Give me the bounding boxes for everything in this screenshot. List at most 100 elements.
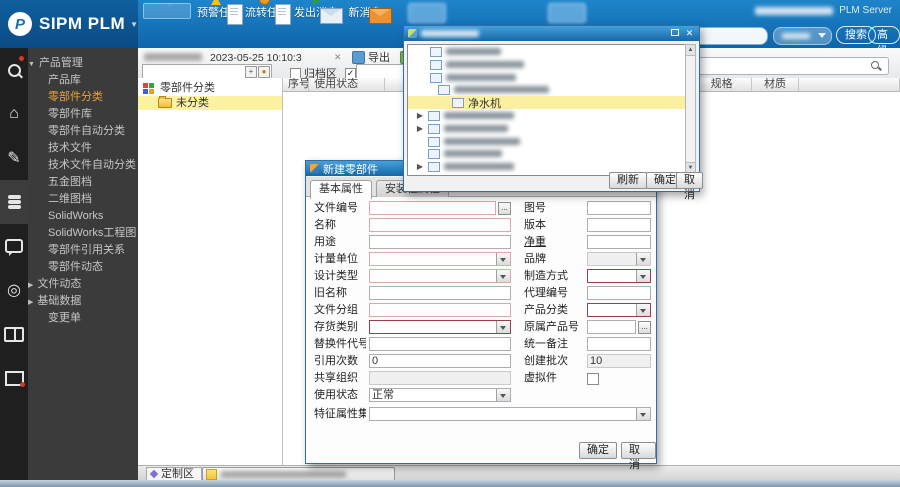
sidebar-item-技术文件[interactable]: 技术文件 [28,140,138,156]
input-版本[interactable] [587,218,651,232]
tree-filter-input[interactable]: + ● [142,64,272,79]
dropdown-caret-icon[interactable] [496,321,510,333]
sidebar-item-变更单[interactable]: 变更单 [28,310,138,326]
select-制造方式[interactable] [587,269,651,283]
dropdown-caret-icon[interactable] [636,253,650,265]
tree-item-selected[interactable]: 净水机 [408,96,687,110]
close-icon[interactable]: ✕ [684,28,695,39]
desktop-icon-alert-tasks[interactable]: 预警任务 [196,0,243,25]
dropdown-caret-icon[interactable] [496,389,510,401]
field-label-净重[interactable]: 净重 [524,235,584,249]
statusbar-tab[interactable]: 定制区 [146,467,202,481]
input-文件分组[interactable] [369,303,511,317]
select-设计类型[interactable] [369,269,511,283]
checkbox-虚拟件[interactable] [587,373,599,385]
dropdown-caret-icon[interactable] [636,270,650,282]
desktop-icon-task-partial-2[interactable] [548,3,586,23]
sidebar-item-SolidWorks[interactable]: SolidWorks [28,208,138,224]
tree-item-redacted[interactable]: ▶ [408,122,687,135]
selector-scrollbar[interactable]: ▲ ▼ [685,44,696,174]
edit-icon[interactable]: ✎ [0,136,28,180]
scroll-up-icon[interactable]: ▲ [686,45,695,56]
search-scope-select[interactable] [773,27,832,45]
sidebar-item-零部件库[interactable]: 零部件库 [28,106,138,122]
column-header-使用状态[interactable]: 使用状态 [309,78,386,91]
filter-value-input[interactable] [356,64,404,79]
input-净重[interactable] [587,235,651,249]
select-使用状态[interactable]: 正常 [369,388,511,402]
column-header-规格[interactable]: 规格 [692,78,753,91]
dropdown-caret-icon[interactable] [496,270,510,282]
sidebar-item-零部件引用关系[interactable]: 零部件引用关系 [28,242,138,258]
home-icon[interactable]: ⌂ [0,92,28,136]
input-统一备注[interactable] [587,337,651,351]
chat-icon[interactable] [0,224,28,268]
browse-button-原属产品号[interactable]: ... [638,321,651,334]
taskbar-item[interactable] [202,467,395,481]
sidebar-item-文件动态[interactable]: ▶ 文件动态 [28,276,138,292]
form-button-取消[interactable]: 取消 [621,442,656,471]
sidebar-item-产品管理[interactable]: ▼ 产品管理 [28,55,138,71]
toolbar-button-导出[interactable]: 导出 [352,49,390,65]
desktop-icon-send-message[interactable]: 发出消息 [293,0,343,24]
input-共享组织[interactable] [369,371,511,385]
desktop-icon-new-message[interactable]: 新消息 [342,3,392,24]
browse-button-文件编号[interactable]: ... [498,202,511,215]
select-存货类别[interactable] [369,320,511,334]
input-文件编号[interactable] [369,201,496,215]
input-代理编号[interactable] [587,286,651,300]
column-header-序号[interactable]: 序号 [283,78,310,91]
sidebar-item-基础数据[interactable]: ▶ 基础数据 [28,293,138,309]
database-icon[interactable] [0,180,28,224]
selector-button-取消[interactable]: 取消 [676,172,703,201]
tree-item-redacted[interactable] [408,147,687,160]
sidebar-item-产品库[interactable]: 产品库 [28,72,138,88]
tree-item-redacted[interactable] [408,45,687,58]
select-产品分类[interactable] [587,303,651,317]
input-原属产品号[interactable] [587,320,636,334]
locate-icon[interactable]: ● [258,66,270,78]
tree-root-row[interactable]: 零部件分类 [138,81,282,95]
book-icon[interactable] [0,312,28,356]
tree-child-row[interactable]: 未分类 [138,96,282,110]
tab-基本属性[interactable]: 基本属性 [310,180,372,199]
select-特征属性集[interactable] [369,407,651,421]
selector-button-刷新[interactable]: 刷新 [609,172,647,189]
input-旧名称[interactable] [369,286,511,300]
dropdown-caret-icon[interactable] [636,304,650,316]
input-名称[interactable] [369,218,511,232]
sidebar-item-五金图档[interactable]: 五金图档 [28,174,138,190]
advanced-search-button[interactable]: 高级 [868,26,900,57]
close-filter-icon[interactable]: ✕ [334,52,342,63]
dropdown-caret-icon[interactable] [496,253,510,265]
brand-caret-icon[interactable]: ▼ [130,20,138,29]
tree-item-redacted[interactable] [408,58,687,71]
sidebar-item-技术文件自动分类[interactable]: 技术文件自动分类 [28,157,138,173]
sidebar-item-零部件分类[interactable]: 零部件分类 [28,89,138,105]
desktop-icon-task-partial-1[interactable] [408,3,446,23]
desktop-icon-flow-tasks[interactable]: 流转任务 [244,0,291,25]
input-引用次数[interactable]: 0 [369,354,511,368]
kanban-icon[interactable] [0,356,28,400]
input-用途[interactable] [369,235,511,249]
form-button-确定[interactable]: 确定 [579,442,617,459]
select-品牌[interactable] [587,252,651,266]
sidebar-item-SolidWorks工程图[interactable]: SolidWorks工程图 [28,225,138,241]
desktop-icon-task-blurred[interactable] [143,3,191,19]
dropdown-caret-icon[interactable] [636,408,650,420]
input-替换件代号[interactable] [369,337,511,351]
sidebar-item-零部件动态[interactable]: 零部件动态 [28,259,138,275]
sidebar-item-零部件自动分类[interactable]: 零部件自动分类 [28,123,138,139]
select-计量单位[interactable] [369,252,511,266]
column-header-empty[interactable] [799,78,900,91]
expand-all-icon[interactable]: + [245,66,257,78]
column-header-材质[interactable]: 材质 [752,78,799,91]
tree-item-redacted[interactable] [408,83,687,96]
table-search-input[interactable] [697,57,889,75]
search-rail-icon[interactable] [0,48,28,92]
input-创建批次[interactable]: 10 [587,354,651,368]
maximize-icon[interactable] [669,28,680,39]
target-icon[interactable]: ◎ [0,268,28,312]
tree-item-redacted[interactable]: ▶ [408,109,687,122]
sidebar-item-二维图档[interactable]: 二维图档 [28,191,138,207]
